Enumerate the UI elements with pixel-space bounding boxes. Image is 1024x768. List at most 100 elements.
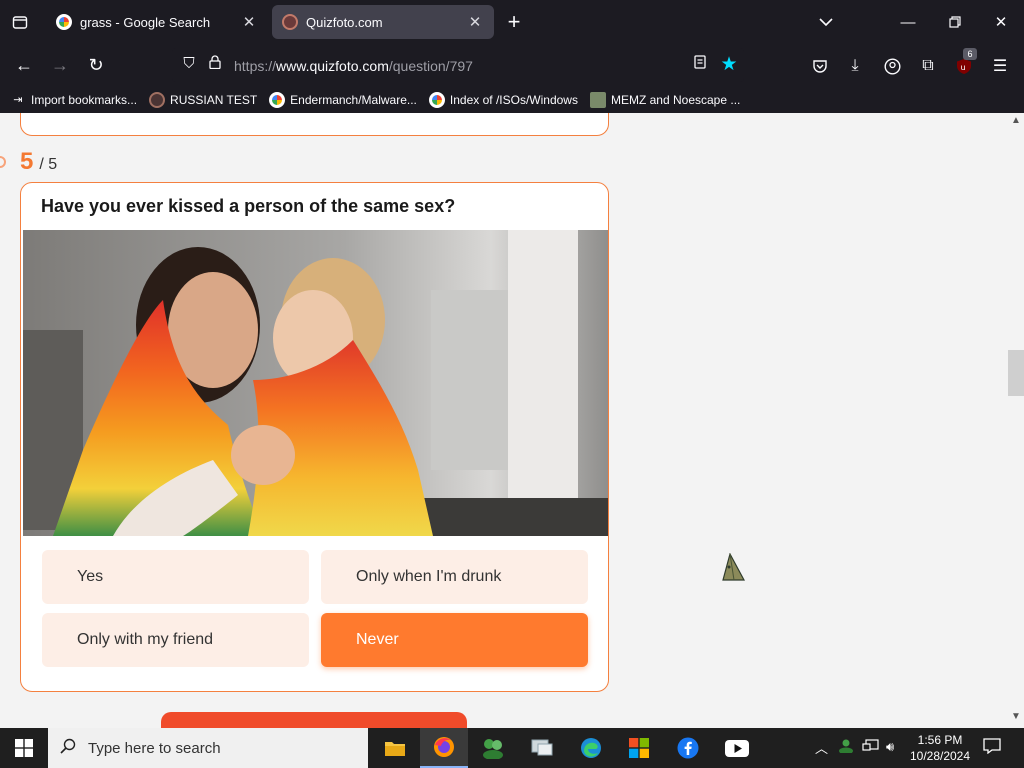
tab-google-search[interactable]: grass - Google Search ✕ [46,5,268,39]
bookmark-isos[interactable]: Index of /ISOs/Windows [428,91,578,108]
bookmark-star-icon[interactable]: ★ [718,53,740,75]
download-icon: ⤓ [851,57,859,74]
network-app-button[interactable] [518,728,566,768]
close-tab-icon[interactable]: ✕ [466,13,484,31]
import-icon: ⇥ [13,94,23,106]
people-icon [483,739,503,759]
tab-quizfoto[interactable]: Quizfoto.com ✕ [272,5,494,39]
file-explorer-button[interactable] [371,728,419,768]
microsoft-store-icon [629,738,649,758]
close-tab-icon[interactable]: ✕ [240,13,258,31]
youtube-button[interactable] [713,728,761,768]
restore-icon [949,16,961,28]
url-host: www.quizfoto.com [276,58,389,74]
tab-title: Quizfoto.com [306,14,383,30]
ublock-count-badge: 6 [963,48,977,60]
navigation-toolbar: ← → ↻ ⛉ https://www.quizfoto.com/questio… [0,44,1024,86]
account-button[interactable] [878,52,906,80]
bookmark-memz[interactable]: MEMZ and Noescape ... [589,91,741,108]
next-button[interactable] [161,712,467,728]
answer-friend-button[interactable]: Only with my friend [42,613,309,667]
arrow-right-icon: → [51,54,69,75]
plus-icon: + [507,9,521,34]
url-text[interactable]: https://www.quizfoto.com/question/797 [234,58,473,74]
downloads-button[interactable]: ⤓ [841,52,869,80]
search-icon [60,738,80,759]
bookmarks-toolbar: ⇥ Import bookmarks... RUSSIAN TEST Ender… [0,86,1024,113]
bookmark-label: RUSSIAN TEST [170,92,258,107]
bookmark-label: MEMZ and Noescape ... [610,92,741,107]
network-icon[interactable] [862,739,879,756]
extensions-button[interactable]: ⧉ [914,52,942,80]
answer-drunk-button[interactable]: Only when I'm drunk [321,550,588,604]
page-scrollbar[interactable]: ▲ ▼ [1008,113,1024,728]
scroll-thumb[interactable] [1008,350,1024,396]
start-button[interactable] [0,728,48,768]
clock-time: 1:56 PM [917,733,963,747]
answer-never-button[interactable]: Never [321,613,588,667]
hamburger-icon: ☰ [992,58,1008,75]
quizfoto-icon [282,14,298,30]
lock-icon[interactable] [206,55,224,75]
question-card: Have you ever kissed a person of the sam… [20,182,609,692]
progress-dot [0,156,6,168]
forward-button[interactable]: → [45,50,75,80]
close-window-button[interactable]: ✕ [979,8,1023,36]
shield-icon[interactable]: ⛉ [180,55,198,75]
tab-list-button[interactable] [4,6,36,38]
youtube-icon [725,739,749,757]
firefox-button[interactable] [420,728,468,768]
google-icon [56,14,72,30]
pocket-icon [813,59,827,73]
app-menu-button[interactable]: ☰ [986,52,1014,80]
scroll-down-icon[interactable]: ▼ [1010,711,1022,722]
page-viewport: 5 / 5 Have you ever kissed a person of t… [0,113,1010,728]
ublock-shield-icon: u [957,58,971,74]
back-button[interactable]: ← [9,50,39,80]
tab-strip: grass - Google Search ✕ Quizfoto.com ✕ +… [0,0,1024,44]
scroll-up-icon[interactable]: ▲ [1010,115,1022,126]
reload-icon: ↻ [88,54,104,75]
computer-icon [531,739,553,756]
question-counter: 5 / 5 [20,148,57,176]
tab-title: grass - Google Search [80,14,211,30]
windows-logo-icon [15,739,33,757]
notifications-icon[interactable] [982,738,1002,756]
system-clock[interactable]: 1:56 PM 10/28/2024 [905,732,975,764]
minimize-button[interactable]: — [886,8,930,36]
restore-button[interactable] [933,8,977,36]
counter-total: / 5 [39,156,58,173]
list-all-tabs-button[interactable] [810,6,842,38]
people-app-button[interactable] [469,728,517,768]
clock-date: 10/28/2024 [909,749,971,763]
edge-button[interactable] [567,728,615,768]
bookmark-endermanch[interactable]: Endermanch/Malware... [269,91,417,108]
minimize-icon: — [900,13,916,31]
bookmark-import[interactable]: ⇥ Import bookmarks... [10,92,137,108]
question-photo [23,230,608,536]
answer-yes-button[interactable]: Yes [42,550,309,604]
reader-view-icon[interactable] [690,55,710,75]
facebook-button[interactable] [664,728,712,768]
close-icon: ✕ [994,14,1008,31]
cursor-icon [722,553,746,581]
search-placeholder: Type here to search [88,739,221,757]
volume-icon[interactable]: 🔊︎ [886,739,894,755]
people-tray-icon[interactable] [838,739,854,756]
store-button[interactable] [615,728,663,768]
url-scheme: https:// [234,58,277,74]
facebook-icon [677,737,699,759]
show-hidden-icons-button[interactable]: ︿ [815,738,828,757]
pocket-button[interactable] [806,52,834,80]
bookmark-label: Import bookmarks... [31,92,138,107]
url-bar[interactable]: ⛉ https://www.quizfoto.com/question/797 … [172,48,744,82]
taskbar-search-box[interactable]: Type here to search [48,728,368,768]
tab-list-icon [12,16,28,29]
new-tab-button[interactable]: + [498,6,530,38]
url-path: /question/797 [388,58,473,74]
folder-icon [385,742,405,756]
bookmark-russian-test[interactable]: RUSSIAN TEST [149,91,258,108]
reload-button[interactable]: ↻ [81,50,111,80]
counter-current: 5 [20,148,34,175]
google-icon [428,91,445,108]
